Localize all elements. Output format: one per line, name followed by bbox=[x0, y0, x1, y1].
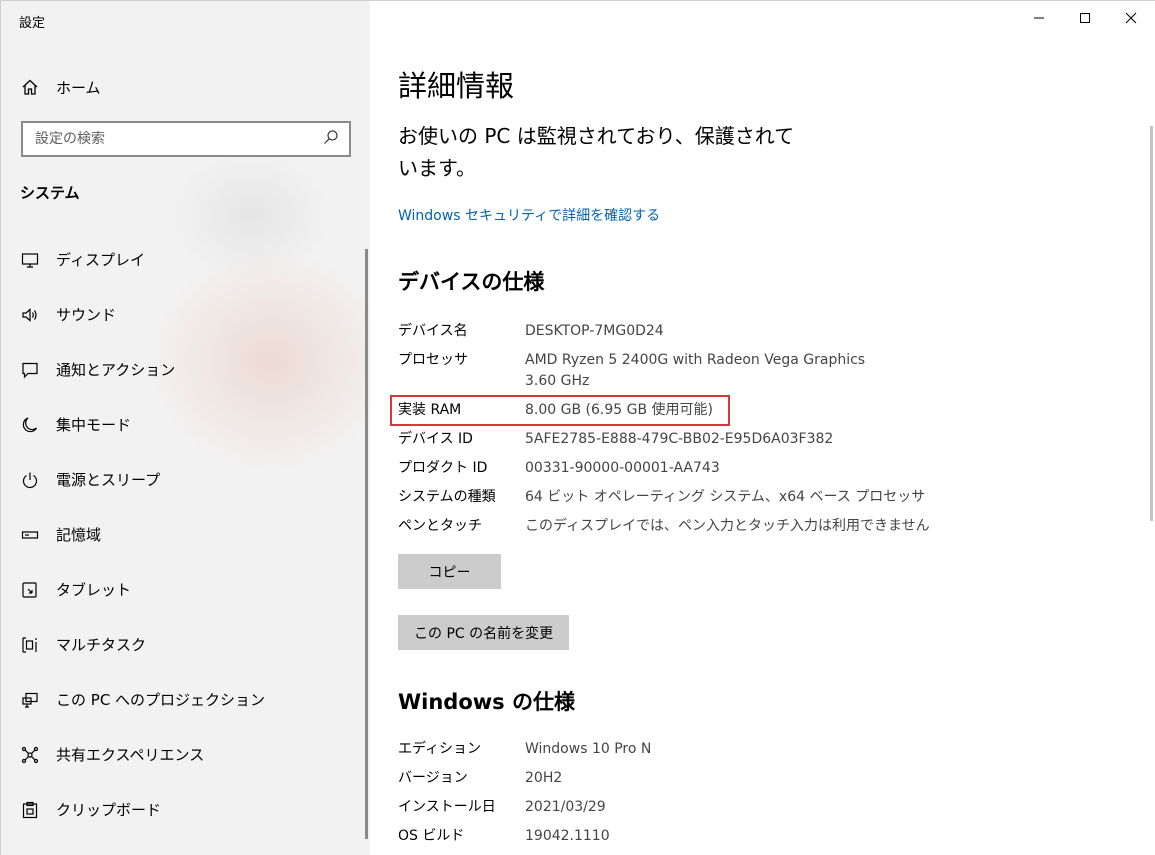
sidebar-item-label: タブレット bbox=[56, 581, 132, 599]
settings-search-box[interactable] bbox=[21, 121, 351, 157]
spec-row-device-id: デバイス ID 5AFE2785-E888-479C-BB02-E95D6A03… bbox=[398, 429, 930, 450]
spec-row-system-type: システムの種類 64 ビット オペレーティング システム、x64 ベース プロセ… bbox=[398, 487, 930, 508]
spec-row-os-build: OS ビルド 19042.1110 bbox=[398, 826, 651, 847]
device-specs-table: デバイス名 DESKTOP-7MG0D24 プロセッサ AMD Ryzen 5 … bbox=[398, 321, 930, 537]
sidebar-item-sound[interactable]: サウンド bbox=[1, 287, 370, 342]
processor-speed: 3.60 GHz bbox=[525, 373, 590, 389]
protection-status-text: お使いの PC は監視されており、保護されています。 bbox=[398, 124, 795, 180]
multitask-icon bbox=[19, 634, 41, 656]
window-controls bbox=[1016, 1, 1154, 35]
projection-icon bbox=[19, 689, 41, 711]
sidebar-nav: ディスプレイ サウンド 通知とアクション 集中モード 電源とスリープ 記憶域 タ… bbox=[1, 232, 370, 837]
home-icon bbox=[19, 76, 41, 98]
sidebar-item-notifications[interactable]: 通知とアクション bbox=[1, 342, 370, 397]
sidebar-item-storage[interactable]: 記憶域 bbox=[1, 507, 370, 562]
device-specs-heading: デバイスの仕様 bbox=[398, 270, 545, 294]
spec-value: 19042.1110 bbox=[525, 828, 610, 844]
spec-key: インストール日 bbox=[398, 799, 496, 815]
spec-key: OS ビルド bbox=[398, 828, 465, 844]
sidebar-item-shared-experiences[interactable]: 共有エクスペリエンス bbox=[1, 727, 370, 782]
spec-value: 20H2 bbox=[525, 770, 563, 786]
speaker-icon bbox=[19, 304, 41, 326]
security-details-link[interactable]: Windows セキュリティで詳細を確認する bbox=[398, 205, 660, 225]
windows-specs-table: エディション Windows 10 Pro N バージョン 20H2 インストー… bbox=[398, 739, 651, 847]
tablet-icon bbox=[19, 579, 41, 601]
sidebar-item-label: この PC へのプロジェクション bbox=[56, 691, 266, 709]
rename-pc-button[interactable]: この PC の名前を変更 bbox=[398, 615, 570, 650]
spec-key: ペンとタッチ bbox=[398, 518, 482, 534]
spec-key: バージョン bbox=[398, 770, 468, 786]
sidebar-item-tablet[interactable]: タブレット bbox=[1, 562, 370, 617]
sidebar-item-label: ディスプレイ bbox=[56, 251, 145, 269]
clipboard-icon bbox=[19, 799, 41, 821]
sidebar-item-label: サウンド bbox=[56, 306, 117, 324]
sidebar-scrollbar[interactable] bbox=[365, 249, 368, 839]
spec-value: DESKTOP-7MG0D24 bbox=[525, 323, 664, 339]
close-icon bbox=[1125, 9, 1137, 28]
processor-name: AMD Ryzen 5 2400G with Radeon Vega Graph… bbox=[525, 352, 866, 368]
close-button[interactable] bbox=[1108, 1, 1154, 35]
sidebar-item-label: マルチタスク bbox=[56, 636, 147, 654]
sidebar: 設定 ホーム システム ディスプレイ bbox=[1, 1, 370, 855]
spec-value: このディスプレイでは、ペン入力とタッチ入力は利用できません bbox=[525, 518, 930, 534]
sidebar-item-label: 集中モード bbox=[56, 416, 132, 434]
maximize-icon bbox=[1079, 9, 1091, 28]
spec-value: 00331-90000-00001-AA743 bbox=[525, 460, 720, 476]
sidebar-item-clipboard[interactable]: クリップボード bbox=[1, 782, 370, 837]
spec-key: デバイス名 bbox=[398, 323, 468, 339]
spec-key: プロセッサ bbox=[398, 352, 468, 368]
sidebar-item-label: 記憶域 bbox=[56, 526, 102, 544]
spec-value: 2021/03/29 bbox=[525, 799, 606, 815]
search-icon[interactable] bbox=[323, 129, 339, 149]
window-title: 設定 bbox=[19, 16, 46, 31]
spec-row-installed-on: インストール日 2021/03/29 bbox=[398, 797, 651, 818]
spec-value: AMD Ryzen 5 2400G with Radeon Vega Graph… bbox=[525, 350, 865, 392]
settings-window: 設定 ホーム システム ディスプレイ bbox=[0, 0, 1155, 855]
spec-row-version: バージョン 20H2 bbox=[398, 768, 651, 789]
section-title: システム bbox=[20, 184, 80, 202]
spec-row-edition: エディション Windows 10 Pro N bbox=[398, 739, 651, 760]
spec-value: Windows 10 Pro N bbox=[525, 741, 652, 757]
main-scrollbar[interactable] bbox=[1150, 126, 1153, 521]
sidebar-item-power-sleep[interactable]: 電源とスリープ bbox=[1, 452, 370, 507]
maximize-button[interactable] bbox=[1062, 1, 1108, 35]
moon-icon bbox=[19, 414, 41, 436]
sidebar-item-multitasking[interactable]: マルチタスク bbox=[1, 617, 370, 672]
spec-value: 5AFE2785-E888-479C-BB02-E95D6A03F382 bbox=[525, 431, 834, 447]
spec-row-pen-touch: ペンとタッチ このディスプレイでは、ペン入力とタッチ入力は利用できません bbox=[398, 516, 930, 537]
sidebar-item-focus-assist[interactable]: 集中モード bbox=[1, 397, 370, 452]
page-title: 詳細情報 bbox=[398, 69, 515, 103]
spec-row-processor: プロセッサ AMD Ryzen 5 2400G with Radeon Vega… bbox=[398, 350, 930, 392]
spec-value: 64 ビット オペレーティング システム、x64 ベース プロセッサ bbox=[525, 489, 926, 505]
spec-row-product-id: プロダクト ID 00331-90000-00001-AA743 bbox=[398, 458, 930, 479]
shared-experience-icon bbox=[19, 744, 41, 766]
spec-key: システムの種類 bbox=[398, 489, 496, 505]
spec-key: デバイス ID bbox=[398, 431, 473, 447]
storage-icon bbox=[19, 524, 41, 546]
sidebar-item-display[interactable]: ディスプレイ bbox=[1, 232, 370, 287]
sidebar-item-label: 電源とスリープ bbox=[56, 471, 161, 489]
home-label: ホーム bbox=[56, 78, 101, 97]
copy-button[interactable]: コピー bbox=[398, 554, 501, 589]
spec-row-device-name: デバイス名 DESKTOP-7MG0D24 bbox=[398, 321, 930, 342]
main-content: 詳細情報 お使いの PC は監視されており、保護されています。 Windows … bbox=[370, 1, 1155, 855]
notification-icon bbox=[19, 359, 41, 381]
spec-key: プロダクト ID bbox=[398, 460, 488, 476]
minimize-button[interactable] bbox=[1016, 1, 1062, 35]
ram-highlight-box bbox=[390, 395, 730, 426]
windows-specs-heading: Windows の仕様 bbox=[398, 690, 575, 714]
sidebar-item-label: クリップボード bbox=[56, 801, 162, 819]
search-input[interactable] bbox=[35, 131, 295, 147]
sidebar-item-label: 通知とアクション bbox=[56, 361, 176, 379]
spec-key: エディション bbox=[398, 741, 482, 757]
sidebar-item-projection[interactable]: この PC へのプロジェクション bbox=[1, 672, 370, 727]
minimize-icon bbox=[1033, 9, 1045, 28]
power-icon bbox=[19, 469, 41, 491]
monitor-icon bbox=[19, 249, 41, 271]
home-nav-item[interactable]: ホーム bbox=[19, 73, 219, 101]
sidebar-item-label: 共有エクスペリエンス bbox=[56, 746, 205, 764]
